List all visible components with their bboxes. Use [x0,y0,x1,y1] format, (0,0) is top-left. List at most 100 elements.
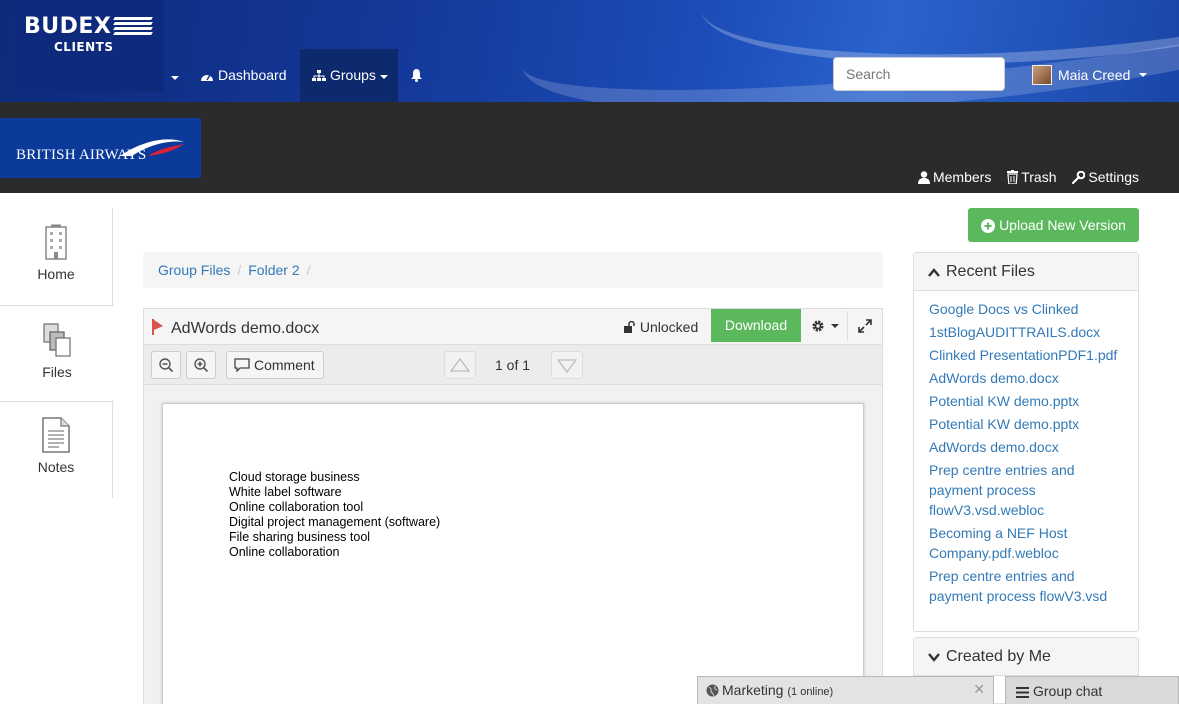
group-links: Members Trash Settings [906,169,1139,185]
sidebar-item-home[interactable]: Home [0,208,113,305]
recent-file-link[interactable]: Prep centre entries and payment process … [929,566,1124,606]
wrench-icon [1072,170,1086,185]
breadcrumb-folder-2[interactable]: Folder 2 [248,262,299,278]
document-page: Cloud storage business White label softw… [162,403,864,704]
upload-button-label: Upload New Version [999,217,1126,233]
recent-file-link[interactable]: Potential KW demo.pptx [929,414,1124,434]
user-name: Maia Creed [1058,67,1131,83]
comment-button[interactable]: Comment [226,351,324,379]
files-icon [43,323,71,357]
search-input[interactable] [833,57,1005,91]
recent-files-toggle[interactable]: Recent Files [914,253,1138,291]
recent-files-panel: Recent Files Google Docs vs Clinked 1stB… [913,252,1139,632]
zoom-out-icon [159,358,174,373]
lock-status[interactable]: Unlocked [624,319,698,335]
recent-file-link[interactable]: Becoming a NEF Host Company.pdf.webloc [929,523,1124,563]
breadcrumb-group-files[interactable]: Group Files [158,262,230,278]
recent-file-link[interactable]: 1stBlogAUDITTRAILS.docx [929,322,1124,342]
chevron-up-icon [928,268,940,277]
document-viewer: AdWords demo.docx Unlocked Download Comm… [143,308,883,704]
avatar [1032,65,1052,85]
user-icon [917,171,930,184]
document-line: Online collaboration tool [229,500,364,514]
group-chat-tab[interactable]: Group chat [1005,676,1179,704]
members-link[interactable]: Members [917,169,995,185]
recent-file-link[interactable]: Potential KW demo.pptx [929,391,1124,411]
building-icon [45,224,67,260]
document-line: Online collaboration [229,545,340,559]
breadcrumb-separator: / [237,262,242,278]
expand-icon [857,319,872,333]
chevron-down-icon [1139,73,1148,77]
settings-link-label: Settings [1088,169,1139,185]
fullscreen-button[interactable] [847,311,881,341]
unlock-icon [624,320,635,333]
nav-groups-label: Groups [330,67,376,83]
chevron-down-icon [928,653,940,662]
settings-link[interactable]: Settings [1072,169,1139,185]
previous-page-button[interactable] [444,351,476,379]
trash-link[interactable]: Trash [1007,169,1060,185]
document-line: Digital project management (software) [229,515,441,529]
chat-room-name: Marketing [722,682,784,698]
globe-icon [706,684,719,697]
plus-circle-icon [981,219,996,233]
flag-icon[interactable] [152,319,164,335]
gear-icon [812,320,824,332]
brand-subtitle: CLIENTS [54,40,114,54]
document-title: AdWords demo.docx [171,320,320,337]
dashboard-icon [201,74,213,81]
comment-button-label: Comment [254,357,315,373]
sidebar-item-notes[interactable]: Notes [0,401,113,498]
download-button[interactable]: Download [711,309,801,342]
panel-title: Recent Files [946,263,1035,280]
recent-files-list: Google Docs vs Clinked 1stBlogAUDITTRAIL… [914,291,1138,619]
user-menu[interactable]: Maia Creed [1032,65,1148,85]
sidebar-item-label: Files [42,364,72,380]
top-navbar: BUDEX CLIENTS Dashboard Groups Maia Cree… [0,0,1179,102]
note-document-icon [42,417,70,453]
speedmarque-icon [120,139,184,156]
group-chat-label: Group chat [1033,683,1103,699]
group-logo[interactable]: BRITISH AIRWAYS [0,118,201,178]
close-icon[interactable]: ✕ [973,681,985,698]
brand-logo[interactable]: BUDEX CLIENTS [14,0,164,92]
zoom-out-button[interactable] [151,351,181,379]
sidebar-item-files[interactable]: Files [0,305,114,402]
chat-tab-marketing[interactable]: Marketing (1 online) ✕ [697,676,994,704]
brand-stripes-icon [113,17,153,39]
trash-link-label: Trash [1021,169,1057,185]
nav-dashboard[interactable]: Dashboard [188,49,299,102]
recent-file-link[interactable]: Prep centre entries and payment process … [929,460,1124,520]
recent-file-link[interactable]: Clinked PresentationPDF1.pdf [929,345,1124,365]
zoom-in-button[interactable] [186,351,216,379]
document-content: Cloud storage business White label softw… [229,470,440,560]
upload-new-version-button[interactable]: Upload New Version [968,208,1139,242]
document-line: Cloud storage business [229,470,360,484]
members-link-label: Members [932,169,992,185]
triangle-up-icon [449,357,471,372]
document-line: File sharing business tool [229,530,371,544]
trash-icon [1007,170,1019,185]
viewer-header: AdWords demo.docx Unlocked Download [144,309,882,345]
page-indicator: 1 of 1 [495,357,531,373]
sidebar-item-label: Notes [37,459,75,475]
file-options-button[interactable] [804,311,844,341]
brand-name: BUDEX [24,14,112,39]
chevron-down-icon [380,75,388,79]
viewer-toolbar: Comment 1 of 1 [144,345,882,385]
recent-file-link[interactable]: AdWords demo.docx [929,368,1124,388]
recent-file-link[interactable]: Google Docs vs Clinked [929,299,1124,319]
triangle-down-icon [556,359,578,374]
breadcrumb-separator: / [306,262,311,278]
chat-online-count: (1 online) [787,686,834,698]
panel-title: Created by Me [946,648,1051,665]
sidebar-item-label: Home [37,266,75,282]
breadcrumb: Group Files / Folder 2 / [143,252,883,288]
brand-dropdown-caret-icon[interactable] [171,76,179,80]
notifications-bell[interactable] [398,49,439,102]
recent-file-link[interactable]: AdWords demo.docx [929,437,1124,457]
nav-groups[interactable]: Groups [300,49,398,102]
created-by-me-toggle[interactable]: Created by Me [914,638,1138,676]
next-page-button[interactable] [551,351,583,379]
